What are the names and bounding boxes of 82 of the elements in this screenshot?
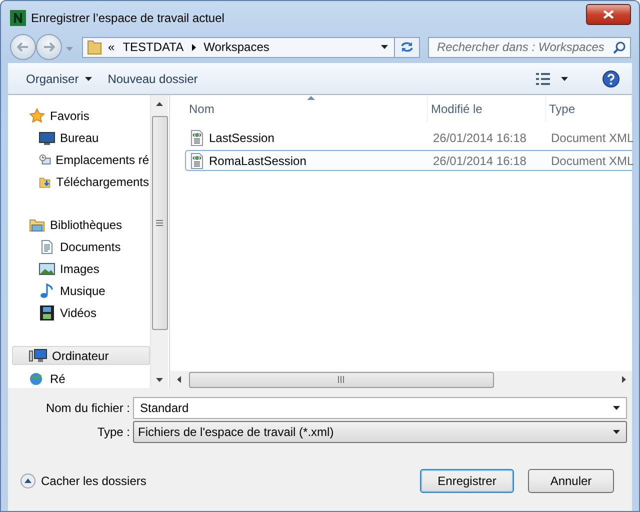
sidebar-item[interactable]: Téléchargements <box>12 172 150 191</box>
breadcrumb-item[interactable]: TESTDATA <box>122 40 184 54</box>
organize-menu[interactable]: Organiser <box>20 68 98 88</box>
save-button[interactable]: Enregistrer <box>420 469 514 493</box>
xml-file-icon <box>190 130 204 146</box>
computer-icon <box>29 348 47 364</box>
globe-icon <box>29 370 45 386</box>
file-type: Document XML <box>551 154 634 168</box>
horizontal-scrollbar[interactable] <box>170 371 632 388</box>
refresh-arrows-icon <box>400 41 414 53</box>
details-view-icon <box>535 72 551 86</box>
star-icon <box>29 108 45 124</box>
sidebar-item[interactable]: Documents <box>12 237 150 256</box>
scroll-right-icon <box>622 376 626 383</box>
hide-folders-button[interactable]: Cacher les dossiers <box>20 473 146 489</box>
scroll-down-icon <box>156 378 163 382</box>
column-header[interactable]: Modifié le <box>428 95 546 122</box>
computer-clock-icon <box>39 152 51 168</box>
refresh-button[interactable] <box>394 36 420 58</box>
grip-icon <box>156 220 163 226</box>
sidebar-item[interactable]: Bureau <box>12 128 150 147</box>
film-strip-icon <box>39 304 55 320</box>
type-caret-icon <box>613 430 620 434</box>
folder-icon <box>87 39 102 55</box>
file-name: RomaLastSession <box>209 154 306 168</box>
modified-date: 26/01/2014 16:18 <box>433 154 526 168</box>
filename-caret-icon <box>613 406 620 410</box>
search-box[interactable]: Rechercher dans : Workspaces <box>428 36 631 58</box>
breadcrumb-overflow[interactable]: « <box>108 40 115 54</box>
app-logo-icon <box>10 10 26 26</box>
file-row[interactable]: RomaLastSession 26/01/2014 16:18 Document XML <box>185 150 632 171</box>
sort-arrow-icon <box>306 96 314 100</box>
monitor-icon <box>39 130 55 146</box>
library-folder-icon <box>29 216 45 232</box>
view-caret-icon <box>561 76 568 80</box>
music-note-icon <box>39 282 55 298</box>
document-icon <box>39 238 55 254</box>
collapse-up-icon <box>20 473 36 489</box>
column-header[interactable]: Type <box>546 95 632 122</box>
close-icon <box>603 10 614 19</box>
back-button[interactable] <box>10 34 36 60</box>
sidebar-item[interactable]: Favoris <box>12 106 150 125</box>
type-label: Type : <box>96 425 131 439</box>
file-name: LastSession <box>209 130 274 144</box>
help-icon[interactable] <box>602 70 620 88</box>
address-caret-icon <box>381 45 388 49</box>
sidebar-item[interactable]: Bibliothèques <box>12 215 150 234</box>
view-options-button[interactable] <box>535 72 568 86</box>
search-icon <box>613 40 626 54</box>
search-field[interactable]: Rechercher dans : Workspaces <box>437 40 613 54</box>
file-type: Document XML <box>551 130 634 144</box>
sidebar-item[interactable]: Ordinateur <box>12 346 150 365</box>
history-caret-icon <box>66 47 73 51</box>
breadcrumb-item[interactable]: Workspaces <box>204 40 270 54</box>
file-type-dropdown[interactable]: Fichiers de l'espace de travail (*.xml) <box>133 421 627 443</box>
modified-date: 26/01/2014 16:18 <box>433 130 526 144</box>
grip-icon <box>338 376 345 383</box>
sidebar-item[interactable]: Emplacements ré <box>12 150 150 169</box>
column-header[interactable]: Nom <box>186 95 428 122</box>
forward-arrow-icon <box>43 42 55 52</box>
breadcrumb-arrow-icon[interactable] <box>192 44 196 50</box>
landscape-icon <box>39 260 55 276</box>
filename-field[interactable]: Standard <box>140 401 613 415</box>
scroll-up-icon <box>156 102 163 106</box>
close-button[interactable] <box>586 4 631 25</box>
xml-file-icon <box>190 152 204 168</box>
sidebar-item[interactable]: Vidéos <box>12 303 150 322</box>
cancel-button[interactable]: Annuler <box>528 469 614 493</box>
scroll-left-icon <box>176 376 180 383</box>
forward-button[interactable] <box>36 34 62 60</box>
sidebar-item[interactable]: Musique <box>12 281 150 300</box>
menu-caret-icon <box>84 76 92 80</box>
filename-combo[interactable]: Standard <box>133 397 627 419</box>
sidebar-item[interactable]: Images <box>12 259 150 278</box>
vertical-scrollbar[interactable] <box>150 95 168 388</box>
window-title: Enregistrer l’espace de travail actuel <box>31 10 226 24</box>
file-row[interactable]: LastSession 26/01/2014 16:18 Document XML <box>185 127 632 148</box>
back-arrow-icon <box>17 42 29 52</box>
filename-label: Nom du fichier : <box>44 401 131 415</box>
sidebar-item[interactable]: Ré <box>12 369 150 388</box>
new-folder-button[interactable]: Nouveau dossier <box>102 68 204 88</box>
address-bar[interactable]: « TESTDATA Workspaces <box>82 36 395 58</box>
